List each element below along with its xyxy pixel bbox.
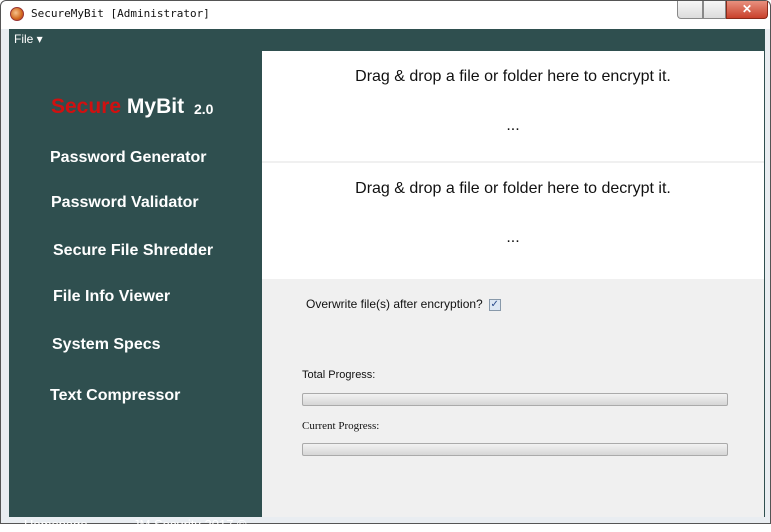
total-progress-label: Total Progress:	[302, 369, 376, 381]
menu-file[interactable]: File ▾	[14, 32, 43, 46]
total-progress-bar	[302, 393, 728, 406]
logo-red: Secure	[51, 95, 122, 118]
app-shield-icon	[10, 7, 24, 21]
window-title: SecureMyBit [Administrator]	[31, 7, 210, 20]
close-button[interactable]: ✕	[726, 1, 768, 19]
logo: Secure MyBit	[51, 95, 184, 119]
homepage-link[interactable]: Homepage	[24, 517, 88, 532]
nav-text-compressor[interactable]: Text Compressor	[50, 387, 180, 405]
nav-password-validator[interactable]: Password Validator	[51, 194, 199, 212]
encrypt-drop-zone[interactable]: Drag & drop a file or folder here to enc…	[262, 51, 764, 161]
nav-password-generator[interactable]: Password Generator	[50, 149, 207, 167]
overwrite-checkbox[interactable]: ✓	[488, 298, 501, 311]
sidebar: Secure MyBit 2.0 Password Generator Pass…	[9, 51, 261, 532]
title-bar: SecureMyBit [Administrator] ✕	[1, 1, 770, 29]
maximize-button[interactable]	[703, 1, 726, 19]
main-panel: Drag & drop a file or folder here to enc…	[262, 51, 764, 517]
minimize-button[interactable]	[677, 1, 703, 19]
logo-white: MyBit	[126, 95, 185, 118]
decrypt-status: ...	[506, 229, 520, 246]
nav-system-specs[interactable]: System Specs	[52, 336, 161, 354]
content-area: File ▾ Secure MyBit 2.0 Password Generat…	[9, 29, 765, 532]
nav-secure-file-shredder[interactable]: Secure File Shredder	[53, 242, 213, 260]
copyright: JM Security 2017 ©	[133, 517, 247, 532]
overwrite-label: Overwrite file(s) after encryption?	[306, 297, 483, 311]
nav-file-info-viewer[interactable]: File Info Viewer	[53, 288, 170, 306]
menu-bar: File ▾	[9, 29, 765, 51]
decrypt-drop-zone[interactable]: Drag & drop a file or folder here to dec…	[262, 163, 764, 279]
current-progress-label: Current Progress:	[302, 420, 380, 432]
current-progress-bar	[302, 443, 728, 456]
overwrite-option: Overwrite file(s) after encryption? ✓	[306, 297, 501, 311]
decrypt-text: Drag & drop a file or folder here to dec…	[355, 180, 671, 197]
encrypt-status: ...	[506, 117, 520, 134]
app-window: SecureMyBit [Administrator] ✕ File ▾ Sec…	[0, 0, 771, 532]
encrypt-text: Drag & drop a file or folder here to enc…	[355, 68, 671, 85]
version: 2.0	[194, 101, 214, 117]
